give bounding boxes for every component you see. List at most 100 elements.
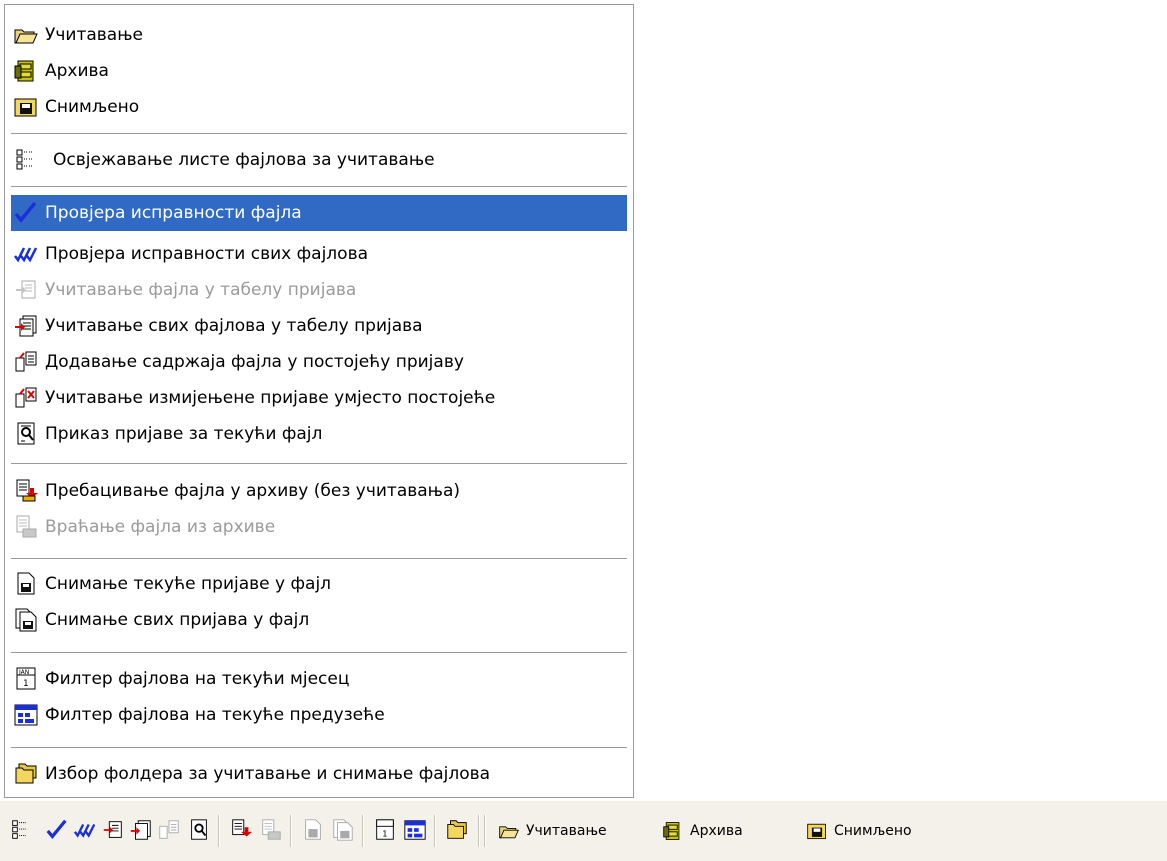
- menu-separator: [11, 186, 627, 188]
- toolbar-load-all-files-button[interactable]: [128, 817, 154, 843]
- refresh-list-icon: [13, 147, 39, 173]
- move-to-archive-icon: [13, 478, 39, 504]
- save-all-reports-icon: [13, 607, 39, 633]
- toolbar-separator: [478, 815, 480, 847]
- toolbar-move-to-archive-button[interactable]: [228, 817, 254, 843]
- menu-item-load-all-files[interactable]: Учитавање свих фајлова у табелу пријава: [11, 308, 627, 344]
- menu-item-label: Снимање свих пријава у фајл: [45, 610, 310, 630]
- company-filter-icon: [402, 818, 428, 842]
- menu-item-save-report[interactable]: Снимање текуће пријаве у фајл: [11, 566, 627, 602]
- toolbar-check-all-files-button[interactable]: [72, 817, 98, 843]
- menu-item-label: Учитавање свих фајлова у табелу пријава: [45, 316, 423, 336]
- folder-open-icon: [13, 22, 39, 48]
- menu-item-add-content[interactable]: Додавање садржаја фајла у постојећу приј…: [11, 344, 627, 380]
- folder-open-icon: [498, 820, 520, 842]
- menu-item-label: Снимање текуће пријаве у фајл: [45, 574, 332, 594]
- toolbar-view-report-button[interactable]: [186, 817, 212, 843]
- toolbar-separator: [484, 815, 486, 847]
- toolbar-filter-month-button[interactable]: 1: [372, 817, 398, 843]
- calendar-filter-icon: JAN 1: [13, 666, 39, 692]
- menu-separator: [11, 463, 627, 465]
- view-report-icon: [186, 818, 212, 842]
- toolbar-add-content-button[interactable]: [156, 817, 182, 843]
- toolbar-refresh-list-button[interactable]: [8, 817, 34, 843]
- toolbar-button-label: Архива: [690, 823, 743, 839]
- toolbar-separator: [434, 815, 436, 847]
- menu-item-choose-folder[interactable]: Избор фолдера за учитавање и снимање фај…: [11, 756, 627, 792]
- toolbar-choose-folder-button[interactable]: [444, 817, 470, 843]
- menu-item-label: Враћање фајла из архиве: [45, 517, 276, 537]
- menu-item-view-report[interactable]: Приказ пријаве за текући фајл: [11, 416, 627, 452]
- menu-item-load-file[interactable]: Учитавање фајла у табелу пријава: [11, 272, 627, 308]
- replace-report-icon: [13, 385, 39, 411]
- load-file-icon: [13, 277, 39, 303]
- menu-item-refresh-list[interactable]: Освјежавање листе фајлова за учитавање: [11, 142, 627, 178]
- toolbar: 1 Учитавање Архива Снимљено: [0, 801, 1167, 861]
- menu-item-label: Учитавање измијењене пријаве умјесто пос…: [45, 388, 496, 408]
- menu-item-move-to-archive[interactable]: Пребацивање фајла у архиву (без учитавањ…: [11, 473, 627, 509]
- company-filter-icon: [13, 702, 39, 728]
- menu-separator: [11, 558, 627, 560]
- save-all-reports-icon: [330, 818, 356, 842]
- calendar-filter-icon: 1: [372, 818, 398, 842]
- choose-folder-icon: [444, 818, 470, 842]
- toolbar-save-all-reports-button[interactable]: [330, 817, 356, 843]
- menu-item-label: Архива: [45, 61, 109, 81]
- menu-item-label: Додавање садржаја фајла у постојећу приј…: [45, 352, 464, 372]
- view-report-icon: [13, 421, 39, 447]
- menu-item-replace-report[interactable]: Учитавање измијењене пријаве умјесто пос…: [11, 380, 627, 416]
- toolbar-restore-from-archive-button[interactable]: [258, 817, 284, 843]
- menu-item-label: Филтер фајлова на текући мјесец: [45, 669, 350, 689]
- menu-item-filter-company[interactable]: Филтер фајлова на текуће предузеће: [11, 697, 627, 733]
- toolbar-load-button[interactable]: Учитавање: [496, 817, 607, 845]
- check-all-icon: [72, 818, 98, 842]
- menu-item-load[interactable]: Учитавање: [11, 17, 627, 53]
- load-all-files-icon: [128, 818, 154, 842]
- menu-item-label: Провјера исправности фајла: [45, 203, 302, 223]
- add-content-icon: [13, 349, 39, 375]
- menu-item-check-all-files[interactable]: Провјера исправности свих фајлова: [11, 236, 627, 272]
- toolbar-archive-button[interactable]: Архива: [660, 817, 743, 845]
- menu-separator: [11, 747, 627, 749]
- toolbar-save-report-button[interactable]: [300, 817, 326, 843]
- menu-item-label: Освјежавање листе фајлова за учитавање: [53, 150, 435, 170]
- choose-folder-icon: [13, 761, 39, 787]
- toolbar-button-label: Снимљено: [834, 823, 912, 839]
- context-menu: Учитавање Архива Снимљено Освјежавање ли…: [4, 4, 634, 798]
- menu-item-label: Учитавање: [45, 25, 143, 45]
- menu-item-label: Снимљено: [45, 97, 140, 117]
- menu-item-label: Учитавање фајла у табелу пријава: [45, 280, 357, 300]
- refresh-list-icon: [8, 818, 34, 842]
- menu-item-save-all-reports[interactable]: Снимање свих пријава у фајл: [11, 602, 627, 638]
- svg-text:JAN: JAN: [18, 669, 29, 676]
- toolbar-filter-company-button[interactable]: [402, 817, 428, 843]
- save-report-icon: [300, 818, 326, 842]
- menu-item-archive[interactable]: Архива: [11, 53, 627, 89]
- menu-item-label: Избор фолдера за учитавање и снимање фај…: [45, 764, 491, 784]
- toolbar-separator: [290, 815, 292, 847]
- archive-cabinet-icon: [662, 820, 684, 842]
- move-to-archive-icon: [228, 818, 254, 842]
- check-all-icon: [13, 241, 39, 267]
- menu-item-label: Филтер фајлова на текуће предузеће: [45, 705, 385, 725]
- menu-separator: [11, 652, 627, 654]
- menu-item-saved[interactable]: Снимљено: [11, 89, 627, 125]
- load-all-files-icon: [13, 313, 39, 339]
- menu-item-check-file[interactable]: Провјера исправности фајла: [11, 195, 627, 231]
- toolbar-separator: [218, 815, 220, 847]
- add-content-icon: [156, 818, 182, 842]
- menu-item-label: Пребацивање фајла у архиву (без учитавањ…: [45, 481, 461, 501]
- load-file-icon: [100, 818, 126, 842]
- toolbar-check-file-button[interactable]: [44, 817, 70, 843]
- saved-folder-icon: [13, 94, 39, 120]
- toolbar-saved-button[interactable]: Снимљено: [804, 817, 912, 845]
- svg-text:1: 1: [382, 828, 387, 838]
- menu-item-restore-from-archive[interactable]: Враћање фајла из архиве: [11, 509, 627, 545]
- menu-item-label: Провјера исправности свих фајлова: [45, 244, 368, 264]
- menu-item-filter-month[interactable]: JAN 1 Филтер фајлова на текући мјесец: [11, 661, 627, 697]
- toolbar-button-label: Учитавање: [526, 823, 607, 839]
- restore-from-archive-icon: [258, 818, 284, 842]
- toolbar-load-file-button[interactable]: [100, 817, 126, 843]
- menu-separator: [11, 133, 627, 135]
- check-icon: [13, 200, 39, 226]
